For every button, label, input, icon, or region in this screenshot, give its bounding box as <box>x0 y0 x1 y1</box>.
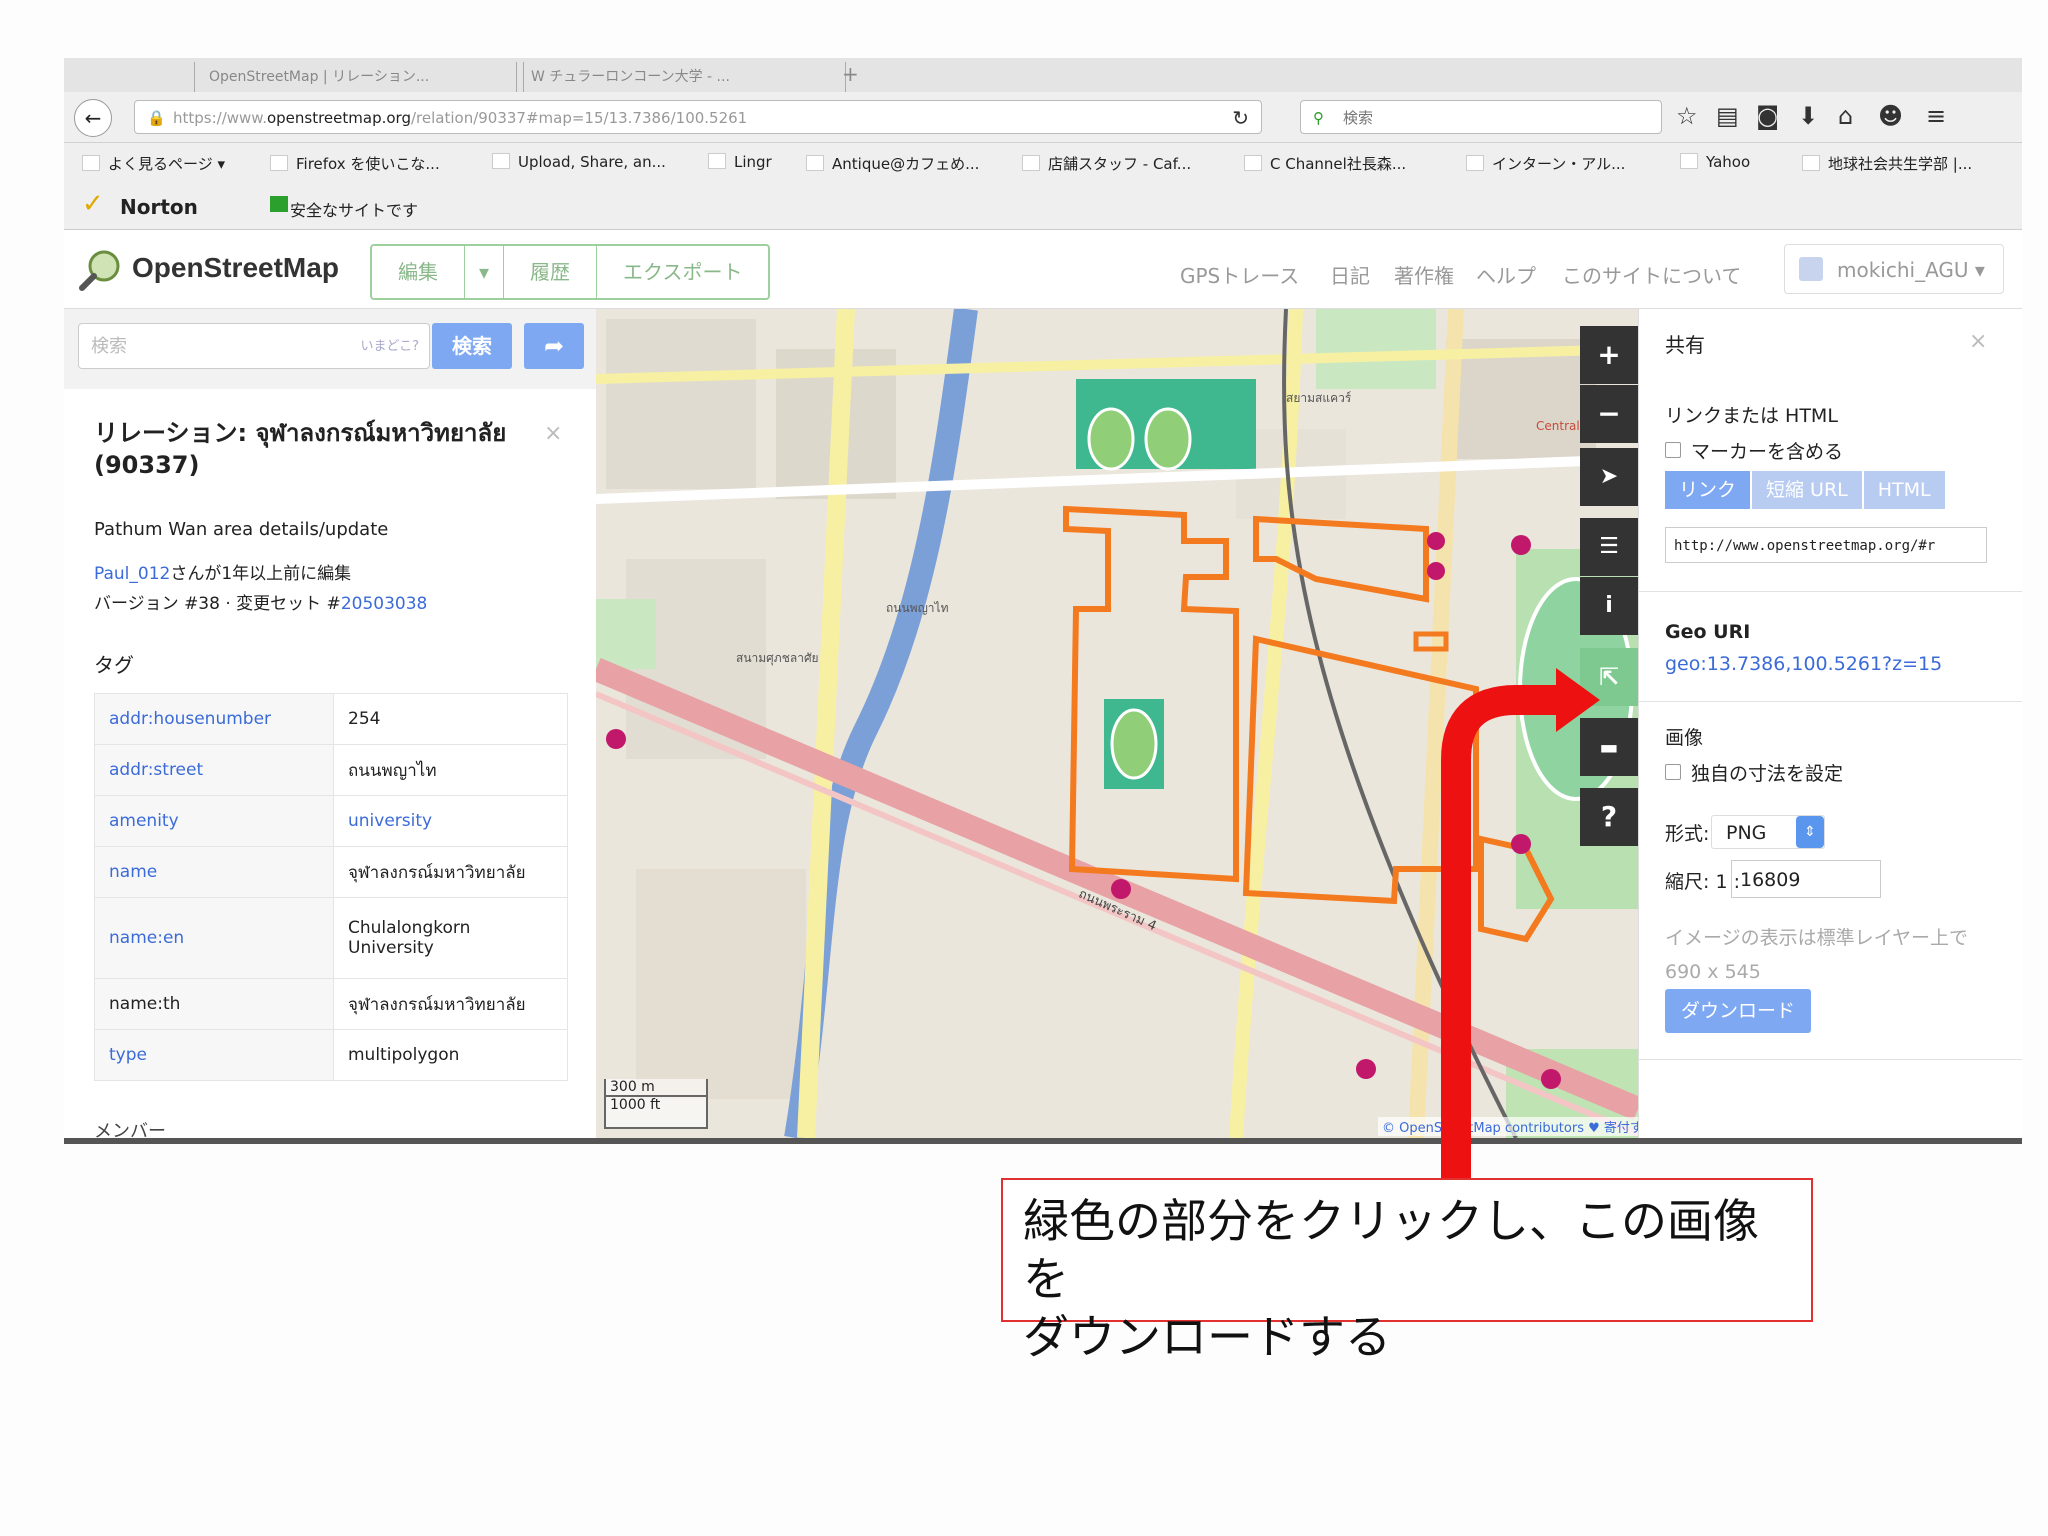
instruction-callout: 緑色の部分をクリックし、この画像を ダウンロードする <box>1001 1178 1813 1364</box>
instruction-line-2: ダウンロードする <box>1023 1310 1391 1364</box>
instruction-line-1: 緑色の部分をクリックし、この画像を <box>1023 1194 1759 1306</box>
